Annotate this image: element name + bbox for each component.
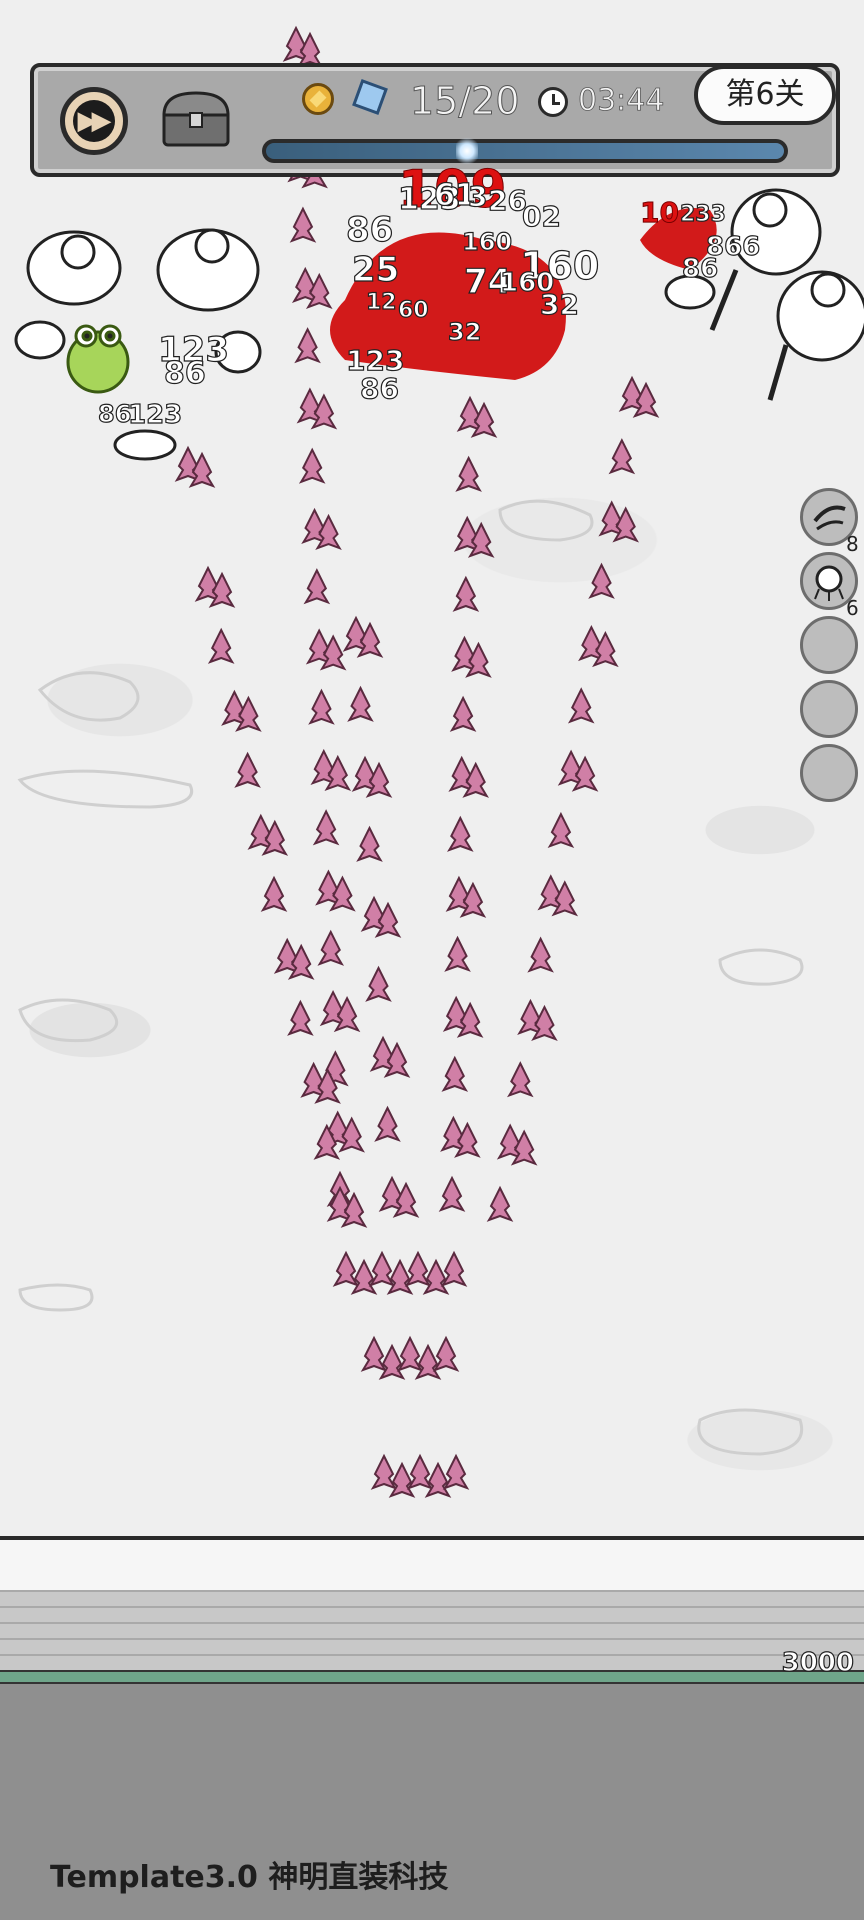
crystal-projectile <box>317 929 345 966</box>
wall-top <box>0 1536 864 1594</box>
crystal-projectile <box>455 455 482 492</box>
crystal-projectile <box>356 825 383 862</box>
game-stage[interactable]: ▶▶ 15/20 03:44 第6关 109 123 61 3 26 02 86 160 160… <box>0 0 864 1920</box>
treasure-chest-icon <box>162 91 230 147</box>
crystal-projectile <box>567 687 595 724</box>
damage-number: 32 <box>447 317 482 346</box>
wall-hp-bar <box>0 1670 864 1684</box>
damage-number: 86 <box>97 399 132 428</box>
crystal-projectile <box>386 1258 414 1295</box>
crystal-projectile <box>374 1105 401 1142</box>
wall-hp-value: 3000 <box>781 1647 855 1678</box>
crystal-projectile <box>506 1061 534 1098</box>
skill-slot-1-count: 8 <box>846 532 859 556</box>
crystal-projectile <box>260 875 288 912</box>
crystal-projectile <box>234 751 261 788</box>
crystal-projectile <box>486 1185 514 1222</box>
crystal-projectile <box>360 1335 388 1372</box>
blue-gem-icon <box>352 79 388 115</box>
crystal-projectile <box>350 1258 378 1295</box>
crystal-projectile <box>332 1250 360 1287</box>
crystal-projectile <box>547 811 575 849</box>
crystal-projectile <box>378 1343 406 1380</box>
crystal-projectile <box>404 1250 432 1287</box>
stage-timer: 03:44 <box>578 83 665 119</box>
crystal-projectile <box>406 1453 434 1490</box>
damage-number: 160 <box>461 227 513 256</box>
fast-forward-button[interactable]: ▶▶ <box>60 87 128 155</box>
crystal-projectile <box>441 1055 469 1092</box>
damage-number: 86 <box>359 371 399 405</box>
crystal-projectile <box>207 627 235 664</box>
crystal-projectile <box>303 568 331 605</box>
crystal-projectile <box>294 327 321 364</box>
crystal-projectile <box>422 1258 450 1295</box>
crystal-projectile <box>442 1453 470 1490</box>
crystal-projectile <box>388 1461 416 1498</box>
level-progress-fill <box>266 143 784 159</box>
damage-number: 12 <box>365 289 397 315</box>
crystal-projectile <box>312 809 340 846</box>
crystal-projectile <box>440 1250 468 1287</box>
damage-number: 32 <box>539 287 579 321</box>
crystal-projectile <box>588 562 615 599</box>
clock-icon <box>538 87 568 117</box>
level-progress-bar <box>262 135 788 167</box>
crystal-projectile <box>452 575 480 612</box>
crystal-projectile <box>308 688 335 725</box>
crystal-projectile <box>347 685 374 722</box>
skill-slot-3[interactable] <box>800 616 858 674</box>
damage-number: 02 <box>521 199 561 233</box>
fast-forward-icon: ▶▶ <box>73 100 115 142</box>
damage-number: 60 <box>397 297 429 323</box>
crystal-projectile <box>424 1461 452 1498</box>
crystal-projectile <box>287 999 314 1036</box>
level-badge: 第6关 <box>694 65 836 125</box>
damage-number: 10 <box>640 196 680 230</box>
damage-number: 25 <box>351 249 400 290</box>
crystal-projectile <box>449 695 477 732</box>
crystal-projectile <box>370 1453 398 1490</box>
frog-enemy <box>66 324 130 394</box>
crystal-projectile <box>446 815 474 852</box>
damage-number: 866 <box>705 231 761 262</box>
crystal-projectile <box>298 447 326 484</box>
crystal-projectile <box>444 935 471 972</box>
crystal-projectile <box>432 1335 460 1372</box>
gold-coin-icon <box>302 83 334 115</box>
crystal-projectile <box>527 936 554 973</box>
treasure-chest-button[interactable] <box>158 89 234 151</box>
crystal-projectile <box>368 1250 396 1287</box>
watermark: Template3.0 神明直装科技 <box>50 1860 449 1895</box>
skill-slot-2-count: 6 <box>846 596 859 620</box>
skill-slot-5[interactable] <box>800 744 858 802</box>
damage-number: 3 <box>467 179 488 213</box>
damage-number: 86 <box>345 209 394 250</box>
damage-number: 86 <box>163 355 206 391</box>
skill-slot-4[interactable] <box>800 680 858 738</box>
crystal-projectile <box>396 1335 424 1372</box>
crystal-projectile <box>365 965 392 1002</box>
crystal-projectile <box>438 1175 466 1212</box>
crystal-projectile <box>289 206 317 243</box>
wave-counter: 15/20 <box>410 79 521 124</box>
crystal-projectile <box>608 438 636 475</box>
damage-number: 123 <box>127 399 183 430</box>
castle-wall <box>0 1590 864 1673</box>
damage-number: 233 <box>679 201 726 227</box>
crystal-projectile <box>414 1343 442 1380</box>
